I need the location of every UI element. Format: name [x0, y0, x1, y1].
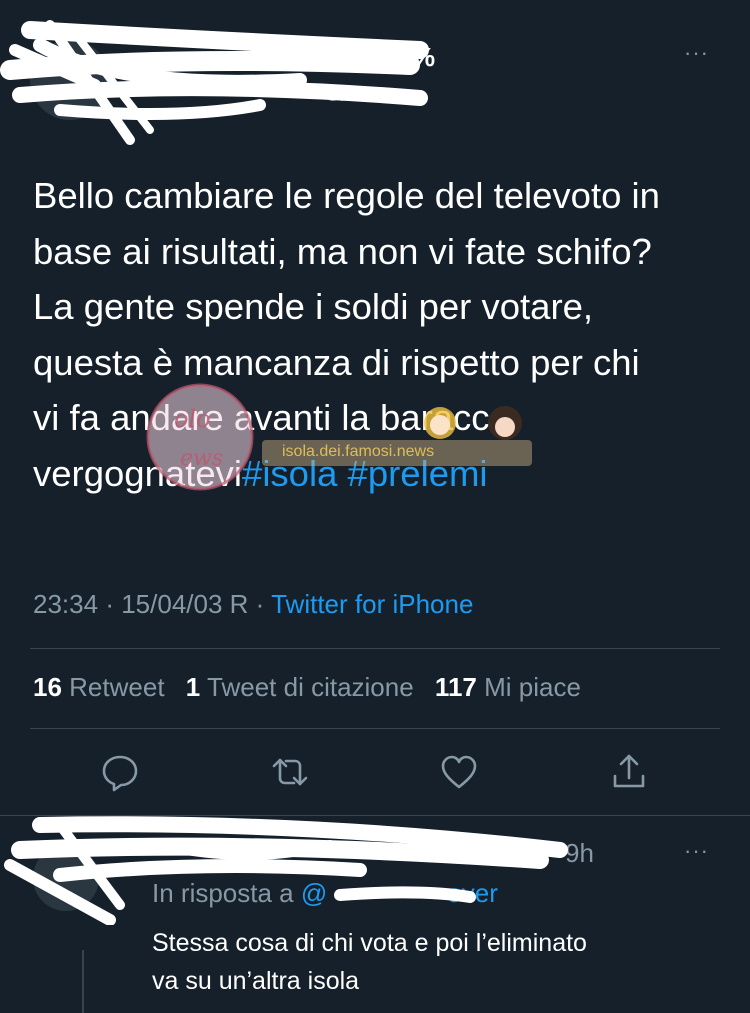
- tweet-line: questa è mancanza di rispetto per chi: [33, 341, 640, 383]
- author-avatar[interactable]: [30, 40, 110, 120]
- thread-line: [82, 950, 84, 1013]
- in-reply-handle[interactable]: @ over: [301, 878, 498, 908]
- retweets-count: 16: [33, 672, 62, 702]
- reply-text: Stessa cosa di chi vota e poi l’eliminat…: [152, 924, 587, 1000]
- reply-avatar[interactable]: [33, 845, 99, 911]
- tweet-stats: 16 Retweet 1 Tweet di citazione 117 Mi p…: [33, 672, 581, 703]
- in-reply-handle-start: @: [300, 878, 328, 908]
- watermark-url: isola.dei.famosi.news: [282, 443, 435, 460]
- tweet-line: vi fa andare avanti la baracca,: [33, 397, 520, 438]
- divider: [30, 648, 720, 649]
- divider: [0, 815, 750, 816]
- reply-more-options-icon[interactable]: ···: [684, 838, 709, 864]
- tweet-line: Bello cambiare le regole del televoto in: [33, 175, 660, 216]
- reply-line: va su un’altra isola: [152, 967, 360, 995]
- likes-count: 117: [434, 672, 477, 702]
- quotes-stat[interactable]: 1 Tweet di citazione: [186, 672, 414, 702]
- retweet-icon[interactable]: [270, 752, 310, 792]
- tweet-source-link[interactable]: Twitter for iPhone: [271, 589, 473, 619]
- tweet-line: La gente spende i soldi per votare,: [33, 286, 594, 327]
- retweets-stat[interactable]: 16 Retweet: [33, 672, 165, 702]
- in-reply-prefix: In risposta a: [152, 878, 294, 908]
- meta-separator: ·: [255, 589, 265, 619]
- reply-line: Stessa cosa di chi vota e poi l’eliminat…: [152, 929, 587, 957]
- reply-icon[interactable]: [100, 752, 140, 792]
- share-icon[interactable]: [609, 752, 649, 792]
- like-icon[interactable]: [439, 752, 479, 792]
- tweet-meta: 23:34 · 15/04/03 R · Twitter for iPhone: [33, 589, 473, 620]
- tweet-line-text: vergognatevi: [33, 452, 243, 494]
- in-reply-to: In risposta a @ over: [152, 878, 498, 909]
- tweet-time[interactable]: 23:34: [33, 589, 98, 619]
- retweets-label: Retweet: [69, 672, 165, 702]
- author-handle-fragment: er: [326, 80, 348, 107]
- in-reply-handle-end: over: [447, 878, 498, 908]
- likes-label: Mi piace: [484, 672, 581, 702]
- tweet-line: base ai risultati, ma non vi fate schifo…: [33, 230, 652, 272]
- divider: [30, 728, 720, 729]
- tweet-date[interactable]: 15/04/03 R: [121, 589, 248, 619]
- more-options-icon[interactable]: ···: [684, 40, 709, 66]
- author-name-fragment[interactable]: %: [412, 42, 435, 73]
- meta-separator: ·: [105, 589, 114, 619]
- reply-time[interactable]: 9h: [565, 838, 594, 869]
- quotes-count: 1: [185, 672, 201, 702]
- likes-stat[interactable]: 117 Mi piace: [435, 672, 581, 702]
- quotes-label: Tweet di citazione: [207, 672, 414, 702]
